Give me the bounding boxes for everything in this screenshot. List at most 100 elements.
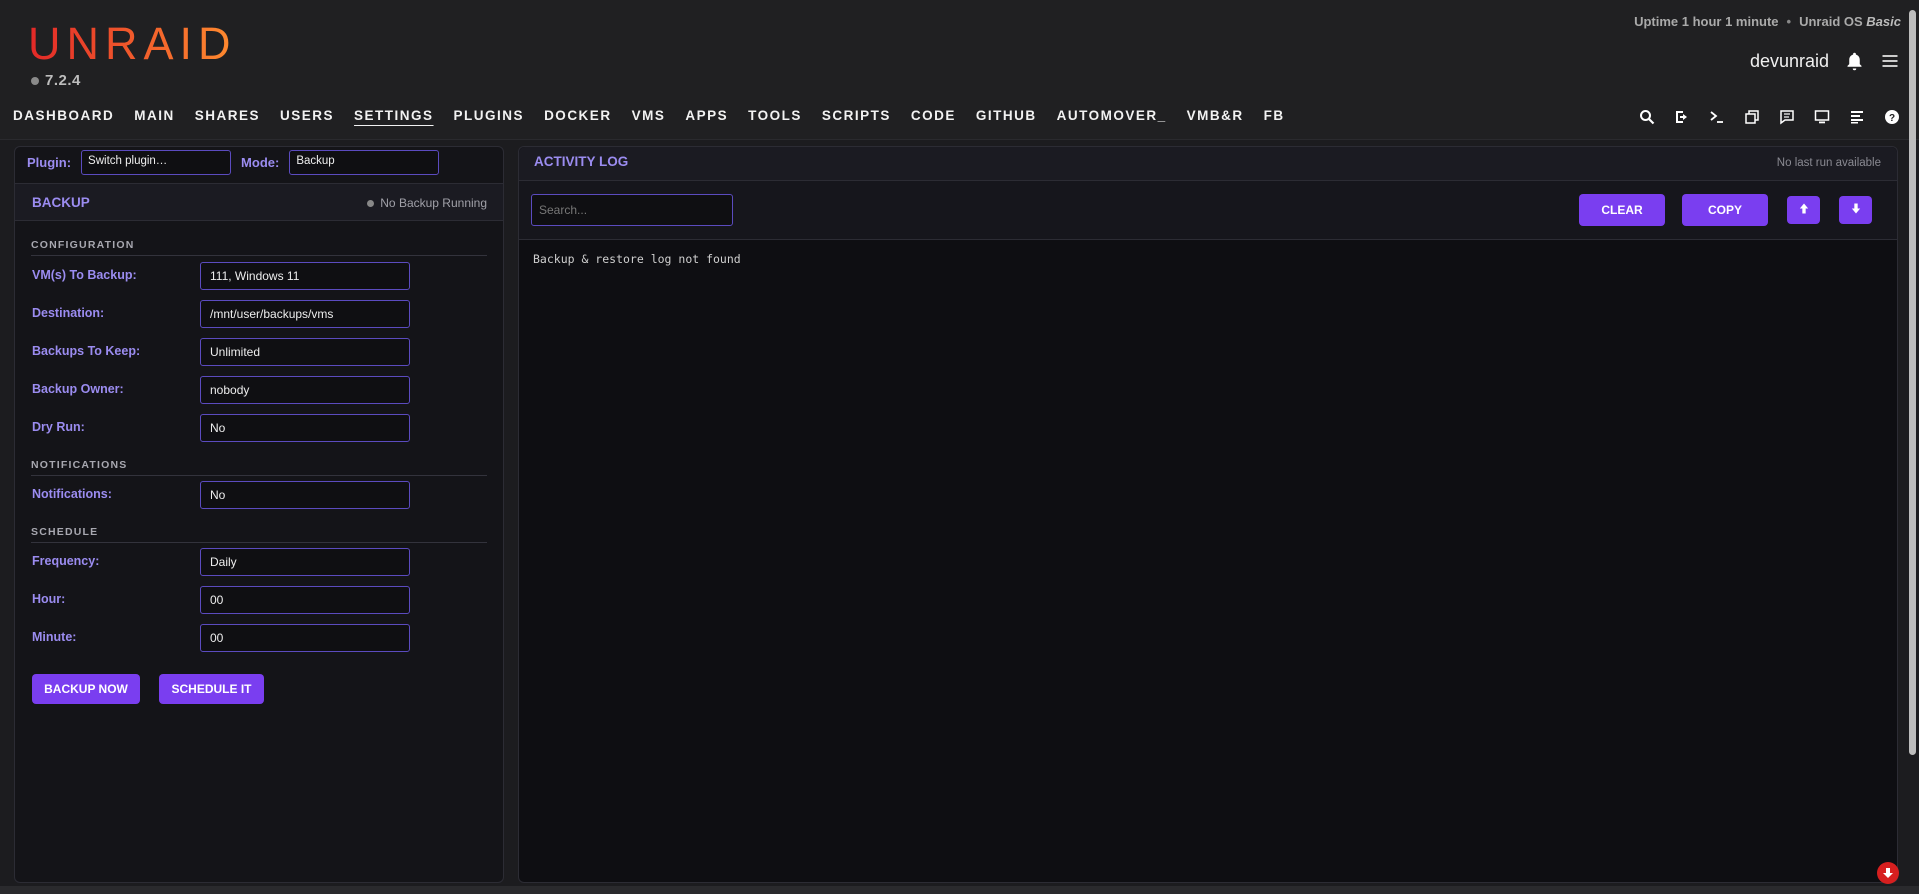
keep-select[interactable]: Unlimited bbox=[200, 338, 410, 366]
feedback-icon[interactable] bbox=[1777, 107, 1796, 126]
system-info: Uptime 1 hour 1 minute • Unraid OS Basic bbox=[1634, 14, 1901, 29]
svg-text:?: ? bbox=[1888, 113, 1894, 124]
help-icon[interactable]: ? bbox=[1882, 107, 1901, 126]
mode-label: Mode: bbox=[241, 154, 280, 170]
backup-section-header: BACKUP No Backup Running bbox=[15, 183, 503, 221]
notifications-label: Notifications: bbox=[32, 487, 112, 501]
arrow-up-icon bbox=[1799, 202, 1809, 218]
field-vms: VM(s) To Backup: 111, Windows 11 bbox=[32, 262, 432, 290]
dryrun-label: Dry Run: bbox=[32, 420, 85, 434]
backup-panel: Plugin: Switch plugin… Mode: Backup BACK… bbox=[14, 146, 504, 883]
nav-item-github[interactable]: GITHUB bbox=[976, 104, 1037, 128]
nav-icons: ? bbox=[1637, 107, 1901, 126]
field-minute: Minute: 00 bbox=[32, 624, 432, 652]
log-icon[interactable] bbox=[1847, 107, 1866, 126]
backup-status: No Backup Running bbox=[367, 196, 487, 210]
bottom-bar bbox=[0, 886, 1919, 894]
bell-icon[interactable] bbox=[1843, 50, 1865, 72]
header: UNRAID 7.2.4 Uptime 1 hour 1 minute • Un… bbox=[0, 0, 1919, 140]
nav-item-docker[interactable]: DOCKER bbox=[544, 104, 612, 128]
frequency-label: Frequency: bbox=[32, 554, 100, 568]
hour-select[interactable]: 00 bbox=[200, 586, 410, 614]
nav-item-plugins[interactable]: PLUGINS bbox=[454, 104, 525, 128]
nav-item-settings[interactable]: SETTINGS bbox=[354, 104, 434, 128]
status-dot-icon bbox=[367, 199, 375, 207]
uptime-text: Uptime 1 hour 1 minute bbox=[1634, 14, 1779, 29]
destination-label: Destination: bbox=[32, 306, 105, 320]
group-schedule: SCHEDULE bbox=[31, 526, 487, 543]
version-number: 7.2.4 bbox=[45, 72, 81, 89]
nav-item-dashboard[interactable]: DASHBOARD bbox=[13, 104, 114, 128]
page-scrollbar[interactable] bbox=[1907, 0, 1917, 760]
field-dryrun: Dry Run: No bbox=[32, 414, 432, 442]
vms-label: VM(s) To Backup: bbox=[32, 268, 137, 282]
owner-select[interactable]: nobody bbox=[200, 376, 410, 404]
status-dot-icon bbox=[31, 76, 39, 85]
field-destination: Destination: /mnt/user/backups/vms bbox=[32, 300, 432, 328]
activity-log-title: ACTIVITY LOG bbox=[534, 154, 629, 169]
nav-item-tools[interactable]: TOOLS bbox=[748, 104, 802, 128]
os-edition: Basic bbox=[1866, 14, 1901, 29]
version-label: 7.2.4 bbox=[31, 72, 81, 89]
group-configuration: CONFIGURATION bbox=[31, 239, 487, 256]
owner-label: Backup Owner: bbox=[32, 382, 124, 396]
plugin-row: Plugin: Switch plugin… Mode: Backup bbox=[15, 147, 503, 177]
log-output: Backup & restore log not found bbox=[533, 252, 741, 266]
unraid-logo[interactable]: UNRAID bbox=[28, 18, 237, 70]
plugin-label: Plugin: bbox=[27, 154, 72, 170]
copy-button[interactable]: COPY bbox=[1682, 194, 1768, 226]
terminal-icon[interactable] bbox=[1707, 107, 1726, 126]
keep-label: Backups To Keep: bbox=[32, 344, 141, 358]
activity-log-header: ACTIVITY LOG No last run available bbox=[519, 147, 1897, 181]
backup-now-button[interactable]: BACKUP NOW bbox=[32, 674, 140, 704]
nav-items: DASHBOARD MAIN SHARES USERS SETTINGS PLUGINS D… bbox=[13, 104, 1285, 128]
nav-item-vmb-r[interactable]: VMB&R bbox=[1187, 104, 1244, 128]
search-icon[interactable] bbox=[1637, 107, 1656, 126]
nav-item-main[interactable]: MAIN bbox=[134, 104, 175, 128]
frequency-select[interactable]: Daily bbox=[200, 548, 410, 576]
field-hour: Hour: 00 bbox=[32, 586, 432, 614]
scrollbar-thumb[interactable] bbox=[1909, 10, 1916, 755]
hamburger-menu-icon[interactable] bbox=[1879, 50, 1901, 72]
nav-item-code[interactable]: CODE bbox=[911, 104, 956, 128]
schedule-it-button[interactable]: SCHEDULE IT bbox=[159, 674, 264, 704]
monitor-icon[interactable] bbox=[1812, 107, 1831, 126]
nav-item-apps[interactable]: APPS bbox=[685, 104, 728, 128]
clear-button[interactable]: CLEAR bbox=[1579, 194, 1665, 226]
destination-input[interactable]: /mnt/user/backups/vms bbox=[200, 300, 410, 328]
notifications-select[interactable]: No bbox=[200, 481, 410, 509]
nav-item-users[interactable]: USERS bbox=[280, 104, 334, 128]
main-nav: DASHBOARD MAIN SHARES USERS SETTINGS PLUGINS D… bbox=[0, 104, 1919, 130]
nav-item-automover[interactable]: AUTOMOVER_ bbox=[1057, 104, 1167, 128]
field-notifications: Notifications: No bbox=[32, 481, 432, 509]
separator: • bbox=[1786, 14, 1792, 29]
nav-item-vms[interactable]: VMS bbox=[632, 104, 666, 128]
os-label[interactable]: Unraid OS Basic bbox=[1799, 14, 1901, 29]
dryrun-select[interactable]: No bbox=[200, 414, 410, 442]
scroll-down-icon[interactable] bbox=[1877, 862, 1899, 884]
minute-label: Minute: bbox=[32, 630, 77, 644]
mode-select[interactable]: Backup bbox=[289, 149, 440, 175]
logout-icon[interactable] bbox=[1672, 107, 1691, 126]
copy-windows-icon[interactable] bbox=[1742, 107, 1761, 126]
section-title: BACKUP bbox=[32, 195, 90, 210]
minute-select[interactable]: 00 bbox=[200, 624, 410, 652]
field-keep: Backups To Keep: Unlimited bbox=[32, 338, 432, 366]
activity-log-panel: ACTIVITY LOG No last run available Searc… bbox=[518, 146, 1898, 883]
field-owner: Backup Owner: nobody bbox=[32, 376, 432, 404]
username[interactable]: devunraid bbox=[1750, 51, 1829, 72]
user-area: devunraid bbox=[1750, 50, 1901, 72]
log-toolbar: Search... CLEAR COPY bbox=[519, 181, 1897, 240]
log-search-input[interactable]: Search... bbox=[531, 194, 733, 226]
last-run-text: No last run available bbox=[1776, 157, 1881, 169]
plugin-select[interactable]: Switch plugin… bbox=[81, 149, 232, 175]
nav-item-shares[interactable]: SHARES bbox=[195, 104, 260, 128]
nav-item-scripts[interactable]: SCRIPTS bbox=[822, 104, 891, 128]
vms-select[interactable]: 111, Windows 11 bbox=[200, 262, 410, 290]
scroll-bottom-button[interactable] bbox=[1839, 196, 1872, 224]
scroll-top-button[interactable] bbox=[1787, 196, 1820, 224]
nav-item-fb[interactable]: FB bbox=[1264, 104, 1285, 128]
group-notifications: NOTIFICATIONS bbox=[31, 459, 487, 476]
backup-status-text: No Backup Running bbox=[380, 196, 487, 210]
field-frequency: Frequency: Daily bbox=[32, 548, 432, 576]
